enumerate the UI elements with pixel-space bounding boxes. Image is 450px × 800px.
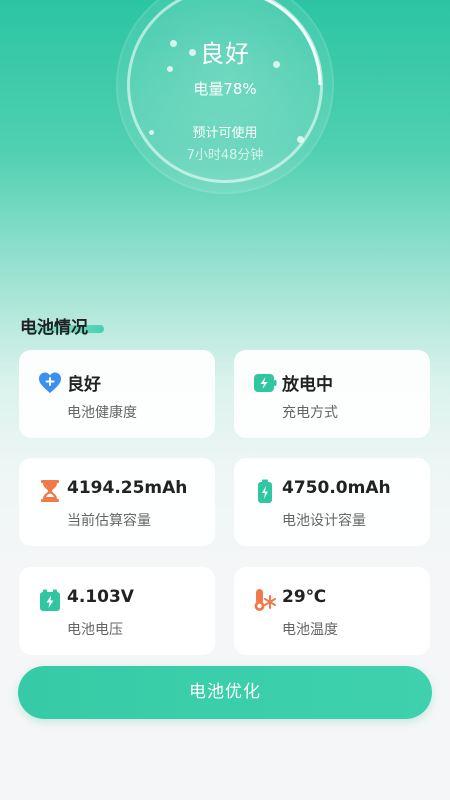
battery-level: 电量78% <box>193 80 257 98</box>
card-battery-health: 良好 电池健康度 <box>19 350 215 438</box>
section-title: 电池情况 <box>20 318 88 338</box>
battery-icon <box>258 479 272 503</box>
card-battery-voltage: 4.103V 电池电压 <box>19 567 215 655</box>
card-value: 4194.25mAh <box>67 478 188 498</box>
card-value: 4.103V <box>67 587 134 607</box>
card-value: 放电中 <box>282 375 333 395</box>
card-label: 当前估算容量 <box>67 513 151 529</box>
card-value: 4750.0mAh <box>282 478 391 498</box>
heart-icon <box>39 372 61 393</box>
card-estimated-capacity: 4194.25mAh 当前估算容量 <box>19 458 215 546</box>
card-label: 电池设计容量 <box>282 513 366 529</box>
card-label: 充电方式 <box>282 405 338 421</box>
lightning-icon <box>254 374 277 392</box>
card-label: 电池电压 <box>67 622 123 638</box>
voltage-icon <box>40 589 60 611</box>
battery-optimize-button[interactable]: 电池优化 <box>18 666 432 719</box>
estimate-value: 7小时48分钟 <box>186 148 264 163</box>
card-value: 29℃ <box>282 587 327 607</box>
card-label: 电池温度 <box>282 622 338 638</box>
card-design-capacity: 4750.0mAh 电池设计容量 <box>234 458 430 546</box>
battery-status: 良好 <box>200 40 250 68</box>
card-label: 电池健康度 <box>67 405 137 421</box>
card-battery-temperature: 29℃ 电池温度 <box>234 567 430 655</box>
card-value: 良好 <box>67 375 101 395</box>
thermometer-icon <box>254 589 276 611</box>
hourglass-icon <box>41 480 59 502</box>
card-charging-mode: 放电中 充电方式 <box>234 350 430 438</box>
estimate-label: 预计可使用 <box>192 126 258 141</box>
